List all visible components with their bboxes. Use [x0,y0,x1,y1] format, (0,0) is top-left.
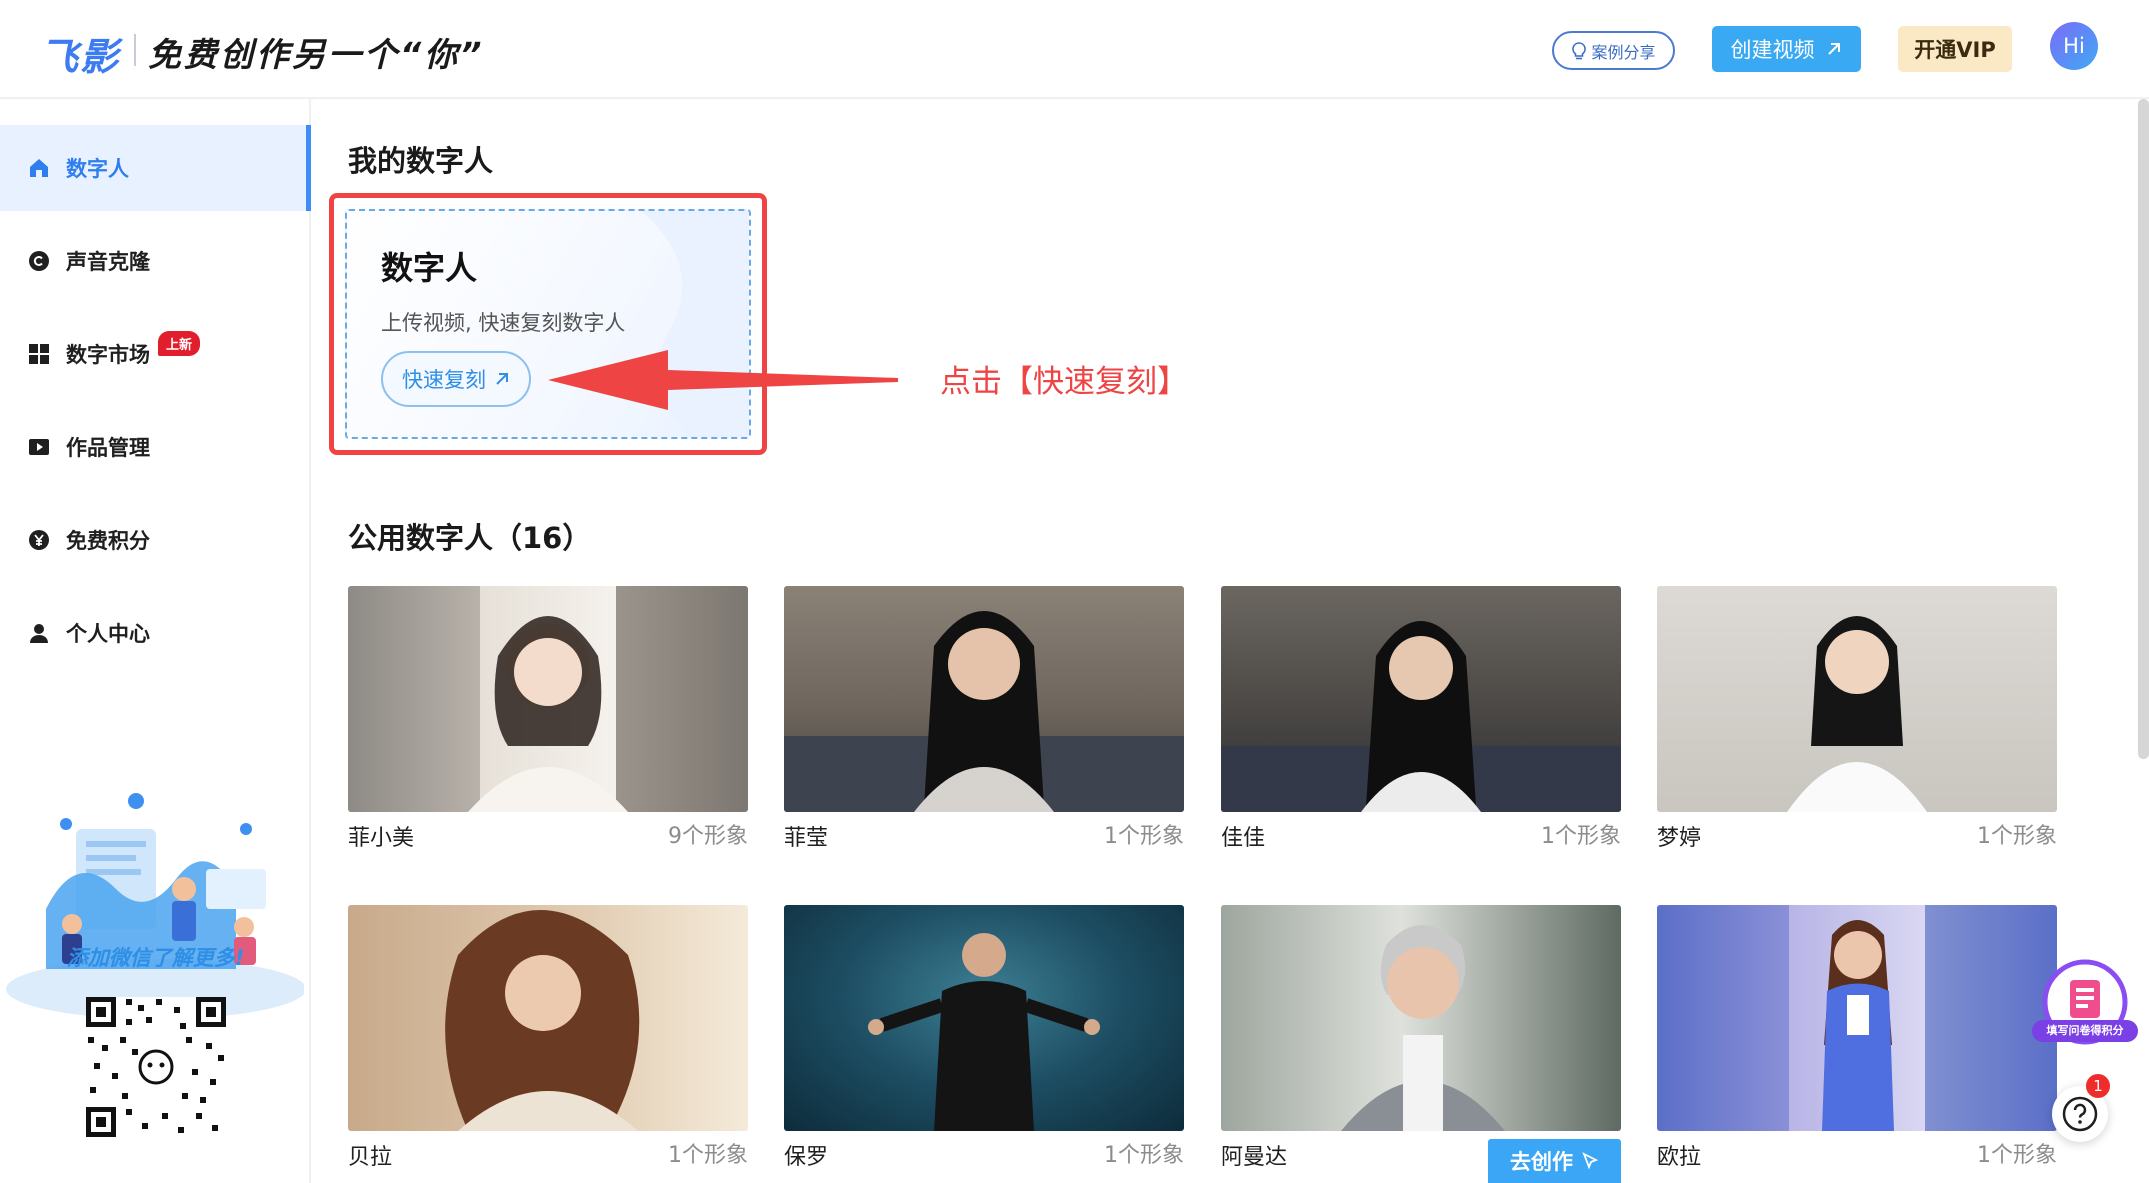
card-count: 1个形象 [1104,824,1184,849]
new-badge: 上新 [158,331,201,356]
lightbulb-icon [1572,41,1587,59]
play-square-icon [28,436,50,458]
card-title: 数字人 [381,249,478,287]
brand-slogan: 免费创作另一个“你” [148,35,485,74]
sidebar: 数字人 声音克隆 数字市场 上新 作品管理 免费积分 个人中心 添加微信了解更多… [0,99,311,1183]
yen-circle-icon [28,529,50,551]
sidebar-item-label: 免费积分 [66,529,150,553]
user-icon [28,622,50,644]
quick-clone-label: 快速复刻 [402,368,486,392]
sidebar-item-label: 声音克隆 [66,250,150,274]
sidebar-item-label: 数字市场 [66,343,150,367]
sidebar-item-digital-human[interactable]: 数字人 [0,125,311,211]
home-icon [28,157,50,179]
case-share-label: 案例分享 [1591,42,1656,62]
avatar-thumbnail[interactable] [1657,905,2057,1131]
top-header: 飞影 免费创作另一个“你” 案例分享 创建视频 开通VIP Hi [0,0,2149,99]
user-avatar[interactable]: Hi [2050,22,2098,70]
go-create-label: 去创作 [1510,1150,1573,1174]
avatar-thumbnail[interactable] [784,586,1184,812]
card-name: 菲莹 [784,826,829,851]
survey-widget[interactable]: 填写问卷得积分 [2030,958,2140,1058]
annotation-text: 点击【快速复刻】 [940,364,1188,400]
card-count: 1个形象 [1541,824,1621,849]
sidebar-item-voice-clone[interactable]: 声音克隆 [0,218,311,304]
avatar-thumbnail[interactable] [348,586,748,812]
sidebar-item-label: 数字人 [66,157,129,181]
card-name: 梦婷 [1657,826,1702,851]
card-subtitle: 上传视频, 快速复刻数字人 [381,311,626,335]
card-count: 1个形象 [668,1143,748,1168]
avatar-thumbnail[interactable] [348,905,748,1131]
avatar-thumbnail[interactable] [784,905,1184,1131]
logo-divider [134,34,136,66]
card-name: 菲小美 [348,826,415,851]
open-vip-button[interactable]: 开通VIP [1898,26,2012,72]
card-name: 阿曼达 [1221,1145,1288,1170]
sidebar-item-label: 作品管理 [66,436,150,460]
page-scrollbar[interactable] [2138,99,2149,759]
wechat-qr-code [86,997,226,1137]
arrow-up-right-icon [496,373,508,385]
card-name: 保罗 [784,1145,829,1170]
brand-logo[interactable]: 飞影 [40,26,120,81]
card-name: 佳佳 [1221,826,1266,851]
my-digital-humans-title: 我的数字人 [348,144,494,178]
survey-label: 填写问卷得积分 [2046,1024,2124,1037]
grid-icon [28,343,50,365]
avatar-thumbnail[interactable] [1221,905,1621,1131]
promo-text: 添加微信了解更多! [66,946,245,970]
card-count: 1个形象 [1104,1143,1184,1168]
annotation-arrow [548,350,898,410]
quick-clone-button[interactable]: 快速复刻 [381,351,531,407]
card-name: 欧拉 [1657,1145,1702,1170]
public-digital-humans-title: 公用数字人（16） [348,521,592,555]
survey-icon [2032,959,2138,1045]
card-count: 9个形象 [668,824,748,849]
cursor-icon [1582,1152,1599,1170]
arrow-up-right-icon [1827,43,1840,55]
go-create-button[interactable]: 去创作 [1488,1139,1621,1183]
notification-badge: 1 [2086,1074,2110,1098]
promo-illustration [6,793,304,1019]
avatar-thumbnail[interactable] [1221,586,1621,812]
card-count: 1个形象 [1977,824,2057,849]
create-video-label: 创建视频 [1730,38,1815,62]
create-video-button[interactable]: 创建视频 [1712,26,1861,72]
card-name: 贝拉 [348,1145,393,1170]
sidebar-item-label: 个人中心 [66,622,150,646]
sidebar-item-free-points[interactable]: 免费积分 [0,497,311,583]
sidebar-item-works[interactable]: 作品管理 [0,404,311,490]
sidebar-item-market[interactable]: 数字市场 上新 [0,311,311,397]
card-count: 1个形象 [1977,1143,2057,1168]
question-circle-icon [2062,1096,2098,1132]
avatar-thumbnail[interactable] [1657,586,2057,812]
copyright-circle-icon [28,250,50,272]
sidebar-item-profile[interactable]: 个人中心 [0,590,311,676]
case-share-button[interactable]: 案例分享 [1552,31,1675,70]
